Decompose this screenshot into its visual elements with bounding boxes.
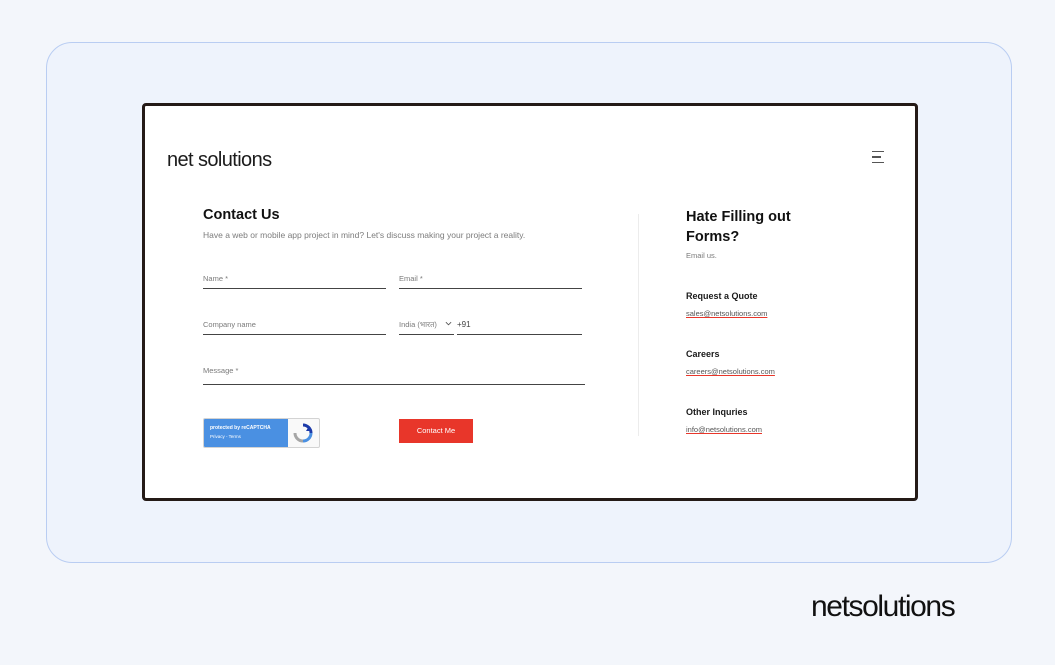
brand-logo: netsolutions	[811, 590, 956, 623]
site-logo[interactable]: net solutions	[167, 149, 272, 172]
phone-field[interactable]: +91	[457, 318, 582, 335]
message-field[interactable]: Message *	[203, 364, 585, 385]
recaptcha-badge: protected by reCAPTCHA Privacy - Terms	[204, 419, 288, 447]
recaptcha-icon	[293, 423, 313, 443]
recaptcha-widget[interactable]: protected by reCAPTCHA Privacy - Terms	[203, 418, 320, 448]
email-field[interactable]: Email *	[399, 272, 582, 289]
message-label: Message *	[203, 366, 239, 375]
chevron-down-icon	[445, 321, 452, 326]
company-field[interactable]: Company name	[203, 318, 386, 335]
side-subtitle: Email us.	[686, 251, 717, 260]
name-label: Name *	[203, 274, 229, 283]
recaptcha-links[interactable]: Privacy - Terms	[210, 434, 241, 439]
quote-heading: Request a Quote	[686, 291, 758, 301]
country-select[interactable]: India (भारत)	[399, 318, 454, 335]
country-value: India (भारत)	[399, 320, 437, 329]
form-subtitle: Have a web or mobile app project in mind…	[203, 230, 526, 240]
hamburger-menu-icon[interactable]	[872, 151, 886, 165]
column-divider	[638, 214, 639, 436]
phone-code: +91	[457, 320, 471, 329]
company-label: Company name	[203, 320, 256, 329]
sales-email-link[interactable]: sales@netsolutions.com	[686, 309, 767, 318]
side-title: Hate Filling out Forms?	[686, 209, 791, 245]
contact-me-button[interactable]: Contact Me	[399, 419, 473, 443]
inquiries-heading: Other Inquries	[686, 407, 748, 417]
browser-window: net solutions Contact Us Have a web or m…	[142, 103, 918, 501]
careers-heading: Careers	[686, 349, 720, 359]
careers-email-link[interactable]: careers@netsolutions.com	[686, 367, 775, 376]
name-field[interactable]: Name *	[203, 272, 386, 289]
email-label: Email *	[399, 274, 423, 283]
info-email-link[interactable]: info@netsolutions.com	[686, 425, 762, 434]
form-title: Contact Us	[203, 207, 280, 223]
recaptcha-text: protected by reCAPTCHA	[210, 425, 271, 431]
